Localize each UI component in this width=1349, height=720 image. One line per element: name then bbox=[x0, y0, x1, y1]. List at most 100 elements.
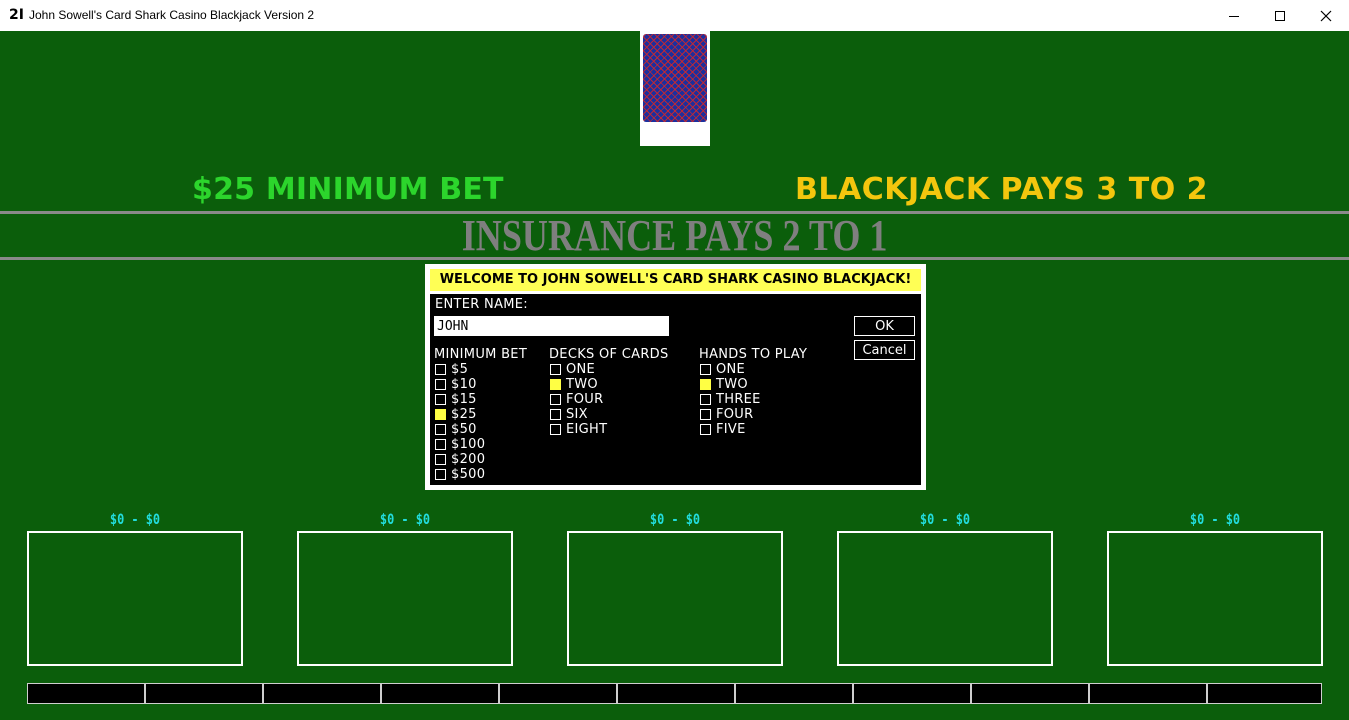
decks-header: DECKS OF CARDS bbox=[549, 347, 669, 362]
checkbox-checked[interactable] bbox=[435, 409, 446, 420]
decks-option[interactable]: SIX bbox=[550, 407, 588, 422]
checkbox-checked[interactable] bbox=[700, 379, 711, 390]
cancel-button[interactable]: Cancel bbox=[854, 340, 915, 360]
checkbox[interactable] bbox=[435, 454, 446, 465]
min-bet-option[interactable]: $50 bbox=[435, 422, 477, 437]
insurance-banner: INSURANCE PAYS 2 TO 1 bbox=[461, 211, 888, 260]
min-bet-option[interactable]: $10 bbox=[435, 377, 477, 392]
hand-total-label: $0 - $0 bbox=[919, 512, 971, 528]
min-bet-option[interactable]: $15 bbox=[435, 392, 477, 407]
decks-option[interactable]: EIGHT bbox=[550, 422, 607, 437]
option-label: $15 bbox=[451, 392, 477, 407]
option-label: $500 bbox=[451, 467, 486, 482]
checkbox[interactable] bbox=[700, 394, 711, 405]
minimize-icon bbox=[1229, 15, 1239, 17]
option-label: TWO bbox=[566, 377, 598, 392]
status-slot bbox=[853, 683, 971, 704]
decks-option[interactable]: FOUR bbox=[550, 392, 603, 407]
hand-box-3[interactable] bbox=[567, 531, 783, 666]
min-bet-option[interactable]: $200 bbox=[435, 452, 485, 467]
checkbox-checked[interactable] bbox=[550, 379, 561, 390]
option-label: $5 bbox=[451, 362, 469, 377]
hand-box-4[interactable] bbox=[837, 531, 1053, 666]
hand-total-label: $0 - $0 bbox=[1189, 512, 1241, 528]
checkbox[interactable] bbox=[550, 409, 561, 420]
maximize-button[interactable] bbox=[1257, 0, 1303, 31]
dialog-body: ENTER NAME: OK Cancel MINIMUM BET DECKS … bbox=[430, 294, 921, 485]
status-slot bbox=[145, 683, 263, 704]
minimum-bet-banner: $25 MINIMUM BET bbox=[192, 172, 504, 207]
setup-dialog: WELCOME TO JOHN SOWELL'S CARD SHARK CASI… bbox=[425, 264, 926, 490]
status-slot bbox=[1207, 683, 1322, 704]
option-label: $100 bbox=[451, 437, 486, 452]
option-label: FOUR bbox=[716, 407, 754, 422]
checkbox[interactable] bbox=[435, 394, 446, 405]
option-label: THREE bbox=[716, 392, 761, 407]
checkbox[interactable] bbox=[435, 439, 446, 450]
min-bet-header: MINIMUM BET bbox=[434, 347, 528, 362]
checkbox[interactable] bbox=[550, 364, 561, 375]
checkbox[interactable] bbox=[435, 364, 446, 375]
window-title: John Sowell's Card Shark Casino Blackjac… bbox=[29, 8, 315, 22]
name-input[interactable] bbox=[434, 316, 669, 336]
status-slot bbox=[617, 683, 735, 704]
status-slot bbox=[735, 683, 853, 704]
min-bet-option[interactable]: $100 bbox=[435, 437, 485, 452]
hand-total-label: $0 - $0 bbox=[379, 512, 431, 528]
status-slot bbox=[263, 683, 381, 704]
hands-option[interactable]: TWO bbox=[700, 377, 748, 392]
card-back-icon bbox=[643, 34, 707, 122]
hands-option[interactable]: FOUR bbox=[700, 407, 753, 422]
option-label: SIX bbox=[566, 407, 588, 422]
option-label: FIVE bbox=[716, 422, 746, 437]
ok-button[interactable]: OK bbox=[854, 316, 915, 336]
hands-option[interactable]: THREE bbox=[700, 392, 761, 407]
option-label: TWO bbox=[716, 377, 748, 392]
option-label: $50 bbox=[451, 422, 477, 437]
status-slot bbox=[27, 683, 145, 704]
option-label: $10 bbox=[451, 377, 477, 392]
checkbox[interactable] bbox=[700, 409, 711, 420]
hand-box-2[interactable] bbox=[297, 531, 513, 666]
option-label: $200 bbox=[451, 452, 486, 467]
decks-option[interactable]: ONE bbox=[550, 362, 595, 377]
app-icon: 2I bbox=[9, 7, 24, 23]
minimize-button[interactable] bbox=[1211, 0, 1257, 31]
checkbox[interactable] bbox=[700, 424, 711, 435]
hand-box-5[interactable] bbox=[1107, 531, 1323, 666]
min-bet-option[interactable]: $25 bbox=[435, 407, 477, 422]
card-shoe bbox=[640, 31, 710, 146]
insurance-bottom-line bbox=[0, 257, 1349, 260]
option-label: FOUR bbox=[566, 392, 604, 407]
min-bet-option[interactable]: $5 bbox=[435, 362, 468, 377]
hands-option[interactable]: FIVE bbox=[700, 422, 746, 437]
checkbox[interactable] bbox=[435, 424, 446, 435]
status-slot bbox=[499, 683, 617, 704]
decks-option[interactable]: TWO bbox=[550, 377, 598, 392]
min-bet-option[interactable]: $500 bbox=[435, 467, 485, 482]
hands-option[interactable]: ONE bbox=[700, 362, 745, 377]
hand-total-label: $0 - $0 bbox=[649, 512, 701, 528]
option-label: $25 bbox=[451, 407, 477, 422]
option-label: ONE bbox=[716, 362, 746, 377]
option-label: ONE bbox=[566, 362, 596, 377]
hands-header: HANDS TO PLAY bbox=[699, 347, 808, 362]
checkbox[interactable] bbox=[550, 424, 561, 435]
checkbox[interactable] bbox=[435, 379, 446, 390]
blackjack-payout-banner: BLACKJACK PAYS 3 TO 2 bbox=[795, 172, 1209, 207]
hand-box-1[interactable] bbox=[27, 531, 243, 666]
close-button[interactable] bbox=[1303, 0, 1349, 31]
status-slot bbox=[971, 683, 1089, 704]
status-slot bbox=[1089, 683, 1207, 704]
option-label: EIGHT bbox=[566, 422, 608, 437]
checkbox[interactable] bbox=[700, 364, 711, 375]
checkbox[interactable] bbox=[435, 469, 446, 480]
hand-total-label: $0 - $0 bbox=[109, 512, 161, 528]
title-bar: 2I John Sowell's Card Shark Casino Black… bbox=[0, 0, 1349, 31]
enter-name-label: ENTER NAME: bbox=[435, 297, 528, 312]
close-icon bbox=[1320, 10, 1332, 21]
status-slot bbox=[381, 683, 499, 704]
checkbox[interactable] bbox=[550, 394, 561, 405]
welcome-banner: WELCOME TO JOHN SOWELL'S CARD SHARK CASI… bbox=[430, 269, 921, 291]
maximize-icon bbox=[1275, 10, 1285, 21]
